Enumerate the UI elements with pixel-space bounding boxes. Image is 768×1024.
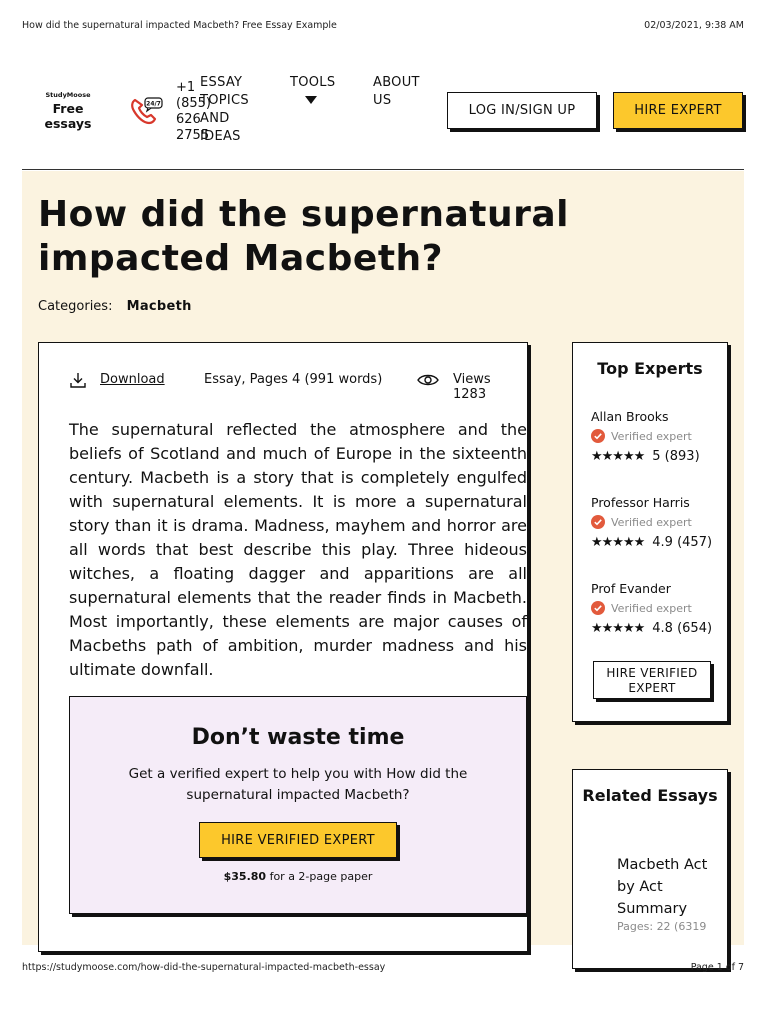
rating-value: 4.8 (654) [652, 621, 713, 636]
svg-text:24/7: 24/7 [146, 101, 161, 108]
rating-value: 4.9 (457) [652, 535, 713, 550]
expert-card[interactable]: Professor Harris Verified expert ★★★★★ 4… [591, 495, 729, 550]
expert-card[interactable]: Allan Brooks Verified expert ★★★★★ 5 (89… [591, 409, 729, 464]
cta-heading: Don’t waste time [191, 725, 405, 750]
related-essay-link[interactable]: Macbeth Act by Act Summary [617, 854, 722, 920]
print-page-number: Page 1 of 7 [690, 962, 744, 973]
star-rating-icon: ★★★★★ [591, 621, 645, 636]
print-datetime: 02/03/2021, 9:38 AM [644, 20, 744, 31]
menu-about-us[interactable]: ABOUT US [373, 74, 433, 110]
price-suffix: for a 2-page paper [266, 870, 373, 883]
verified-label: Verified expert [611, 429, 692, 443]
logo-subtitle: Free essays [44, 100, 92, 131]
hire-expert-button[interactable]: HIRE EXPERT [613, 92, 743, 129]
views-count: Views 1283 [453, 372, 491, 402]
verified-row: Verified expert [591, 429, 729, 443]
expert-name: Allan Brooks [591, 409, 669, 424]
category-link-macbeth[interactable]: Macbeth [127, 299, 192, 314]
categories-label: Categories: [38, 299, 113, 314]
expert-name: Prof Evander [591, 581, 671, 596]
related-essays-panel: Related Essays Macbeth Act by Act Summar… [572, 769, 728, 969]
categories: Categories: Macbeth [38, 299, 192, 314]
logo-brand: StudyMoose [45, 91, 91, 99]
login-signup-button[interactable]: LOG IN/SIGN UP [447, 92, 597, 129]
print-url: https://studymoose.com/how-did-the-super… [22, 962, 386, 973]
site-logo[interactable]: StudyMoose Free essays [36, 91, 100, 131]
menu-essay-topics[interactable]: ESSAY TOPICS AND IDEAS [200, 74, 260, 146]
verified-label: Verified expert [611, 601, 692, 615]
verified-row: Verified expert [591, 515, 729, 529]
top-experts-panel: Top Experts Allan Brooks Verified expert… [572, 342, 728, 722]
essay-card: Download Essay, Pages 4 (991 words) View… [38, 342, 528, 952]
print-header: How did the supernatural impacted Macbet… [22, 20, 744, 32]
expert-rating: ★★★★★ 4.9 (457) [591, 535, 729, 550]
menu-tools-label: TOOLS [290, 75, 336, 90]
page-title: How did the supernatural impacted Macbet… [38, 194, 569, 279]
hire-verified-expert-button[interactable]: HIRE VERIFIED EXPERT [199, 822, 397, 858]
essay-meta: Download Essay, Pages 4 (991 words) View… [69, 371, 497, 402]
verified-check-icon [591, 429, 605, 443]
chevron-down-icon [305, 96, 317, 104]
rating-value: 5 (893) [652, 449, 700, 464]
print-footer: https://studymoose.com/how-did-the-super… [22, 962, 744, 974]
eye-icon [417, 374, 439, 386]
cta-text: Get a verified expert to help you with H… [128, 766, 468, 803]
related-essays-heading: Related Essays [582, 786, 718, 805]
essay-body: The supernatural reflected the atmospher… [69, 420, 527, 679]
price-note: $35.80 for a 2-page paper [70, 870, 526, 883]
print-page-title: How did the supernatural impacted Macbet… [22, 20, 337, 31]
phone-24-7-icon[interactable]: 24/7 [130, 96, 164, 126]
dont-waste-time-box: Don’t waste time Get a verified expert t… [69, 696, 527, 914]
verified-check-icon [591, 601, 605, 615]
top-navigation: StudyMoose Free essays 24/7 +1 (855) 626… [22, 60, 744, 170]
top-experts-heading: Top Experts [597, 359, 703, 378]
expert-name: Professor Harris [591, 495, 690, 510]
expert-rating: ★★★★★ 4.8 (654) [591, 621, 729, 636]
download-link[interactable]: Download [100, 372, 165, 387]
price-amount: $35.80 [223, 870, 267, 883]
expert-rating: ★★★★★ 5 (893) [591, 449, 729, 464]
essay-info: Essay, Pages 4 (991 words) [204, 372, 383, 387]
related-essay-pages: Pages: 22 (6319 [617, 920, 707, 933]
essay-hero: How did the supernatural impacted Macbet… [22, 171, 744, 969]
menu-tools[interactable]: TOOLS [290, 74, 350, 104]
expert-card[interactable]: Prof Evander Verified expert ★★★★★ 4.8 (… [591, 581, 729, 636]
star-rating-icon: ★★★★★ [591, 535, 645, 550]
download-icon[interactable] [69, 371, 87, 389]
hire-verified-expert-sidebar-button[interactable]: HIRE VERIFIED EXPERT [593, 661, 711, 699]
verified-row: Verified expert [591, 601, 729, 615]
verified-check-icon [591, 515, 605, 529]
verified-label: Verified expert [611, 515, 692, 529]
star-rating-icon: ★★★★★ [591, 449, 645, 464]
